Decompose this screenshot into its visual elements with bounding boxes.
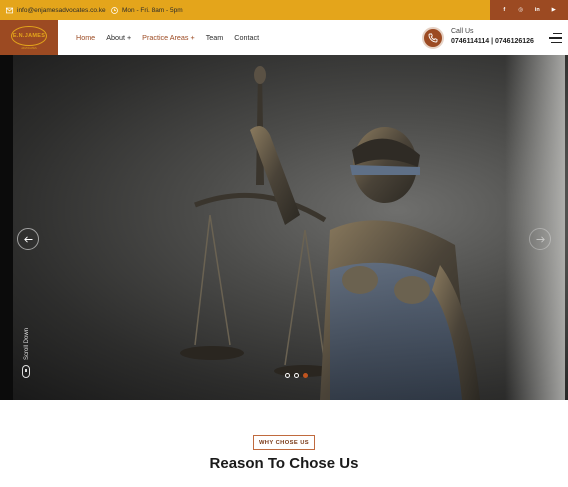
mouse-scroll-icon[interactable]	[22, 365, 30, 378]
call-numbers[interactable]: 0746114114 | 0746126126	[451, 38, 534, 45]
site-logo[interactable]: E.N.JAMES ADVOCATES	[0, 20, 58, 55]
hamburger-menu-icon[interactable]	[549, 33, 562, 43]
contact-email[interactable]: info@enjamesadvocates.co.ke	[6, 0, 106, 20]
clock-icon	[111, 6, 118, 14]
hours-text: Mon - Fri. 8am - 5pm	[122, 6, 183, 14]
logo-subtext: ADVOCATES	[21, 46, 37, 50]
slider-prev-button[interactable]	[17, 228, 39, 250]
youtube-icon[interactable]: ▶	[548, 5, 559, 16]
slider-pagination	[285, 373, 312, 378]
slider-next-button[interactable]	[529, 228, 551, 250]
arrow-right-icon	[536, 235, 545, 243]
email-text: info@enjamesadvocates.co.ke	[17, 6, 106, 14]
hero-left-edge	[0, 55, 13, 400]
instagram-icon[interactable]: ◎	[515, 5, 526, 16]
nav-item-contact[interactable]: Contact	[234, 33, 259, 42]
lady-justice-image	[180, 66, 480, 400]
call-us-label: Call Us	[451, 28, 474, 35]
top-bar: info@enjamesadvocates.co.ke Mon - Fri. 8…	[0, 0, 568, 20]
nav-item-practice-areas[interactable]: Practice Areas +	[142, 33, 195, 42]
hero-right-edge	[505, 55, 565, 400]
nav-menu: Home About + Practice Areas + Team Conta…	[76, 20, 270, 55]
hero-slider: Scroll Down	[0, 55, 568, 400]
nav-item-team[interactable]: Team	[206, 33, 224, 42]
main-navigation: E.N.JAMES ADVOCATES Home About + Practic…	[0, 20, 568, 55]
nav-item-home[interactable]: Home	[76, 33, 95, 42]
arrow-left-icon	[23, 235, 32, 243]
mail-icon	[6, 7, 13, 13]
logo-emblem: E.N.JAMES	[11, 25, 47, 46]
linkedin-icon[interactable]: in	[532, 5, 543, 16]
office-hours: Mon - Fri. 8am - 5pm	[111, 0, 183, 20]
slider-dot-1[interactable]	[285, 373, 290, 378]
nav-item-about[interactable]: About +	[106, 33, 131, 42]
logo-text: E.N.JAMES	[12, 32, 46, 39]
slider-dot-2[interactable]	[294, 373, 299, 378]
social-links: f ◎ in ▶	[490, 0, 568, 20]
phone-icon[interactable]	[422, 27, 444, 49]
slider-dot-3[interactable]	[303, 373, 308, 378]
section-title: Reason To Chose Us	[209, 455, 359, 472]
section-badge: WHY CHOSE US	[253, 435, 315, 450]
scroll-down-label[interactable]: Scroll Down	[24, 316, 30, 360]
facebook-icon[interactable]: f	[499, 5, 510, 16]
